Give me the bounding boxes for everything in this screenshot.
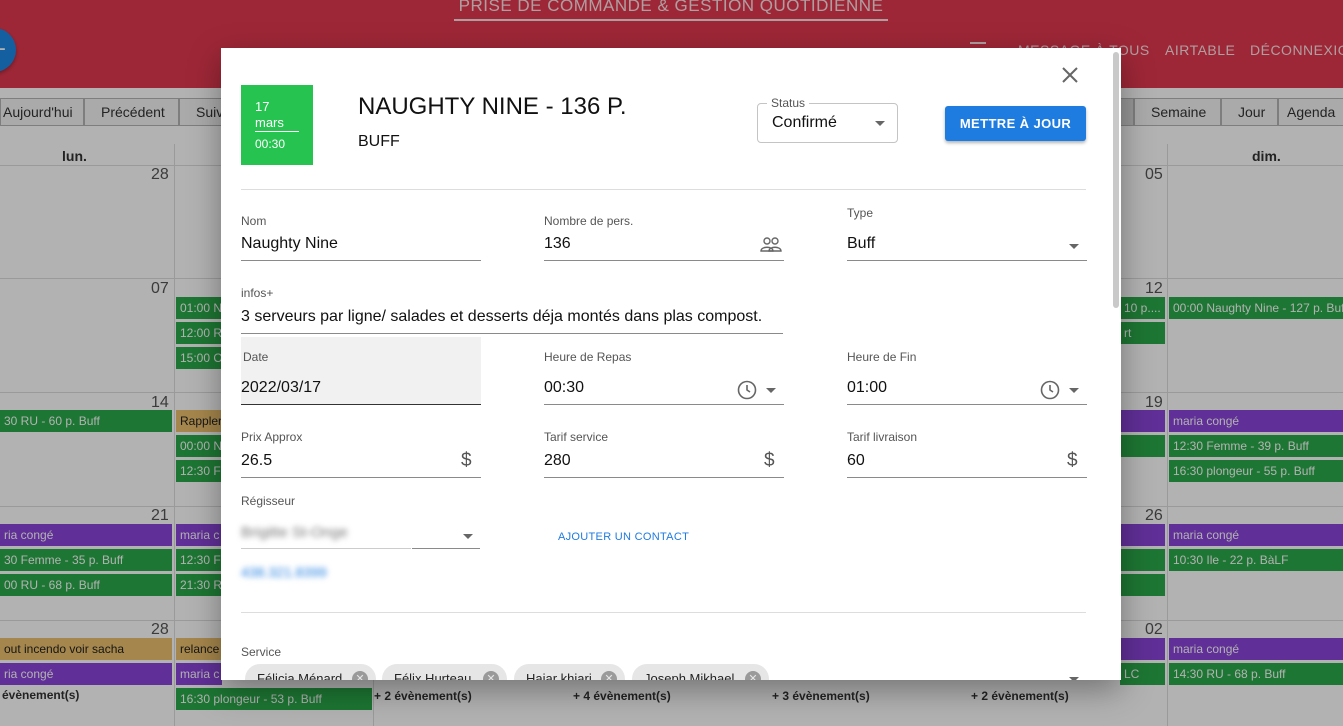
- chip-label: Félix Hurteau: [394, 671, 472, 680]
- nombre-pers-field[interactable]: Nombre de pers. 136: [544, 212, 784, 262]
- clock-icon[interactable]: [1040, 380, 1060, 400]
- heure-repas-label: Heure de Repas: [544, 350, 632, 364]
- service-label: Service: [241, 645, 282, 659]
- status-label: Status: [767, 96, 810, 110]
- badge-day: 17: [255, 99, 270, 114]
- infos-label: infos+: [241, 286, 274, 300]
- dollar-icon: $: [764, 450, 775, 471]
- chevron-down-icon[interactable]: [1069, 677, 1079, 680]
- chip-label: Hajar khiari: [526, 671, 592, 680]
- dollar-icon: $: [1067, 450, 1078, 471]
- service-chip[interactable]: Félicia Ménard ✕: [245, 664, 376, 680]
- heure-repas-field[interactable]: Heure de Repas 00:30: [544, 348, 784, 406]
- infos-field[interactable]: infos+ 3 serveurs par ligne/ salades et …: [241, 284, 783, 334]
- nombre-pers-input[interactable]: 136: [544, 235, 571, 253]
- tarif-livraison-label: Tarif livraison: [847, 430, 918, 444]
- remove-chip-icon[interactable]: ✕: [352, 671, 368, 680]
- tarif-service-label: Tarif service: [544, 430, 609, 444]
- status-value: Confirmé: [772, 114, 837, 131]
- event-dialog: 17 mars 00:30 NAUGHTY NINE - 136 P. BUFF…: [221, 48, 1121, 680]
- badge-month: mars: [255, 115, 299, 132]
- chevron-down-icon[interactable]: [463, 534, 473, 539]
- divider: [241, 612, 1086, 613]
- badge-time: 00:30: [255, 137, 286, 151]
- chip-label: Joseph Mikhael: [644, 671, 735, 680]
- event-title: NAUGHTY NINE - 136 P.: [358, 93, 627, 120]
- tarif-livraison-field[interactable]: Tarif livraison 60 $: [847, 428, 1087, 480]
- chevron-down-icon[interactable]: [766, 388, 776, 393]
- nom-label: Nom: [241, 214, 267, 228]
- type-label: Type: [847, 206, 874, 220]
- remove-chip-icon[interactable]: ✕: [745, 671, 761, 680]
- type-select[interactable]: Type Buff: [847, 204, 1087, 262]
- remove-chip-icon[interactable]: ✕: [483, 671, 499, 680]
- regisseur-phone[interactable]: 438.321.8399: [241, 564, 327, 580]
- heure-fin-input[interactable]: 01:00: [847, 379, 887, 397]
- regisseur-label: Régisseur: [241, 494, 296, 508]
- event-date-badge: 17 mars 00:30: [241, 85, 313, 165]
- dialog-scrollbar[interactable]: [1113, 52, 1119, 308]
- update-button[interactable]: METTRE À JOUR: [945, 106, 1086, 141]
- service-chip[interactable]: Félix Hurteau ✕: [382, 664, 507, 680]
- add-contact-button[interactable]: AJOUTER UN CONTACT: [558, 531, 689, 543]
- heure-repas-input[interactable]: 00:30: [544, 379, 584, 397]
- prix-approx-field[interactable]: Prix Approx 26.5 $: [241, 428, 481, 480]
- heure-fin-label: Heure de Fin: [847, 350, 917, 364]
- divider: [241, 189, 1086, 190]
- infos-input[interactable]: 3 serveurs par ligne/ salades et dessert…: [241, 308, 762, 326]
- chevron-down-icon: [875, 121, 885, 126]
- prix-approx-label: Prix Approx: [241, 430, 303, 444]
- date-label: Date: [243, 350, 269, 364]
- nom-input[interactable]: Naughty Nine: [241, 235, 338, 253]
- type-value: Buff: [847, 235, 876, 252]
- chip-label: Félicia Ménard: [257, 671, 343, 680]
- nombre-pers-label: Nombre de pers.: [544, 214, 634, 228]
- clock-icon[interactable]: [737, 380, 757, 400]
- tarif-livraison-input[interactable]: 60: [847, 452, 865, 470]
- regisseur-select[interactable]: Brigitte St-Onge: [241, 524, 348, 541]
- nom-field[interactable]: Nom Naughty Nine: [241, 212, 481, 262]
- chevron-down-icon: [1069, 244, 1079, 249]
- tarif-service-field[interactable]: Tarif service 280 $: [544, 428, 784, 480]
- service-chip[interactable]: Joseph Mikhael ✕: [632, 664, 769, 680]
- event-subtitle: BUFF: [358, 133, 400, 150]
- prix-approx-input[interactable]: 26.5: [241, 452, 272, 470]
- heure-fin-field[interactable]: Heure de Fin 01:00: [847, 348, 1087, 406]
- date-field[interactable]: Date 2022/03/17: [241, 348, 481, 406]
- chevron-down-icon[interactable]: [1069, 388, 1079, 393]
- tarif-service-input[interactable]: 280: [544, 452, 571, 470]
- close-icon[interactable]: [1059, 64, 1081, 86]
- status-select[interactable]: Status Confirmé: [757, 96, 898, 143]
- dollar-icon: $: [461, 450, 472, 471]
- date-input[interactable]: 2022/03/17: [241, 379, 321, 397]
- people-icon: [760, 236, 782, 252]
- remove-chip-icon[interactable]: ✕: [601, 671, 617, 680]
- service-chip[interactable]: Hajar khiari ✕: [514, 664, 625, 680]
